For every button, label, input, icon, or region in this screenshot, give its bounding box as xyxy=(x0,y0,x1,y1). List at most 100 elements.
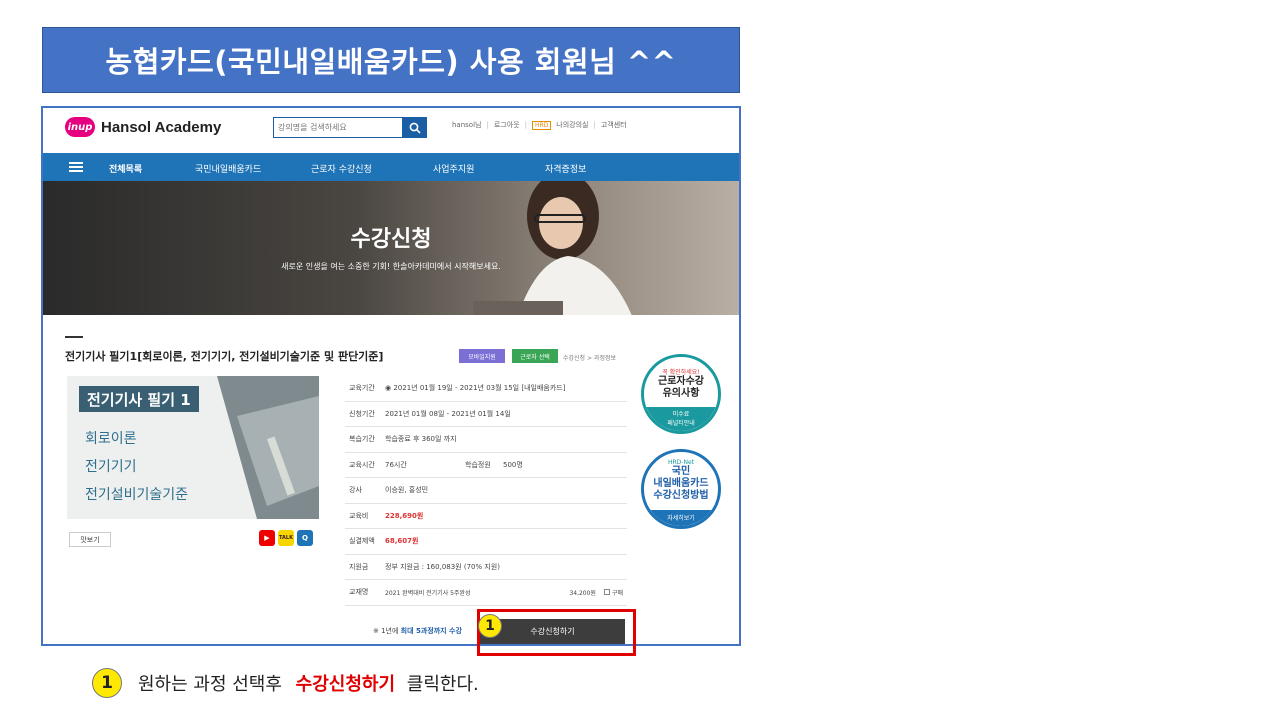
info-value: 정부 지원금 : 160,083원 (70% 지원) xyxy=(385,562,500,571)
thumbnail-line: 전기설비기술기준 xyxy=(85,487,189,503)
step-text-before: 원하는 과정 선택후 xyxy=(138,674,282,695)
nav-item-certificate-info[interactable]: 자격증정보 xyxy=(545,162,586,175)
circle-big-text: 수강신청방법 xyxy=(653,490,709,501)
info-value: 76시간 xyxy=(385,460,407,469)
info-row-subsidy: 지원금 정부 지원금 : 160,083원 (70% 지원) xyxy=(345,555,627,580)
info-row-textbook: 교재명 2021 완벽대비 전기기사 5주완성 34,200원 구매 xyxy=(345,580,627,606)
nav-item-national-card[interactable]: 국민내일배움카드 xyxy=(195,162,261,175)
course-title: 전기기사 필기1[회로이론, 전기기기, 전기설비기술기준 및 판단기준] xyxy=(65,350,384,363)
title-banner: 농협카드(국민내일배움카드) 사용 회원님 ^^ xyxy=(42,27,740,93)
main-nav: 전체목록 국민내일배움카드 근로자 수강신청 사업주지원 자격증정보 xyxy=(43,153,739,181)
buy-checkbox[interactable]: 구매 xyxy=(603,588,623,597)
top-links: hansol님 | 로그아웃 | HRD 나의강의실 | 고객센터 xyxy=(452,120,627,130)
thumbnail-line: 회로이론 xyxy=(85,431,137,447)
circle-big-text: 국민 xyxy=(671,466,691,477)
info-row-review-period: 복습기간 학습종료 후 360일 까지 xyxy=(345,427,627,453)
website-screenshot: inup Hansol Academy hansol님 | 로그아웃 | HRD… xyxy=(41,106,741,646)
search-bar xyxy=(273,117,427,138)
info-value[interactable]: ◉ 2021년 01월 19일 - 2021년 03월 15일 [내일배움카드] xyxy=(385,383,627,393)
info-label: 교육비 xyxy=(349,511,369,520)
buy-label: 구매 xyxy=(611,589,623,597)
divider: | xyxy=(524,121,527,129)
notice-bold: 최대 5과정까지 수강 xyxy=(400,627,462,635)
info-label: 교재명 xyxy=(349,588,369,597)
share-icons: ▶ TALK Q xyxy=(259,530,313,546)
hero-subtitle: 새로운 인생을 여는 소중한 기회! 한솔아카데미에서 시작해보세요. xyxy=(281,262,501,271)
logo-badge: inup xyxy=(65,117,95,137)
preview-button[interactable]: 맛보기 xyxy=(69,532,111,547)
search-button[interactable] xyxy=(403,117,427,138)
info-value: 2021년 01월 08일 - 2021년 01월 14일 xyxy=(385,409,511,418)
info-label: 강사 xyxy=(349,486,362,495)
national-card-guide-circle[interactable]: HRD-Net 국민 내일배움카드 수강신청방법 자세히보기 xyxy=(641,449,721,529)
nav-item-worker-apply[interactable]: 근로자 수강신청 xyxy=(311,162,372,175)
customer-center-link[interactable]: 고객센터 xyxy=(601,120,627,130)
step-instruction: 1 원하는 과정 선택후 수강신청하기 클릭한다. xyxy=(92,668,479,698)
info-row-instructor: 강사 이승원, 홍성민 xyxy=(345,478,627,504)
thumbnail-line: 전기기기 xyxy=(85,459,137,475)
info-label: 신청기간 xyxy=(349,409,375,418)
notice-text: ※ 1년에 xyxy=(373,627,401,635)
banner-title: 농협카드(국민내일배움카드) 사용 회원님 ^^ xyxy=(105,45,677,79)
thumbnail-title: 전기기사 필기 1 xyxy=(79,386,199,412)
info-row-edu-hours: 교육시간 76시간 학습정원 500명 xyxy=(345,453,627,478)
step-text: 원하는 과정 선택후 수강신청하기 클릭한다. xyxy=(138,670,479,696)
highlight-box xyxy=(477,609,636,656)
info-label: 지원금 xyxy=(349,562,369,571)
textbook-price: 34,200원 xyxy=(569,589,596,597)
info-value: 228,690원 xyxy=(385,511,424,520)
circle-big-text: 내일배움카드 xyxy=(653,478,709,489)
menu-icon[interactable] xyxy=(69,162,83,172)
logo-text: Hansol Academy xyxy=(101,118,222,136)
info-label: 학습정원 xyxy=(465,460,491,469)
worker-notice-circle[interactable]: 꼭 확인하세요! 근로자수강 유의사항 미수료 패널티안내 xyxy=(641,354,721,434)
site-header: inup Hansol Academy hansol님 | 로그아웃 | HRD… xyxy=(43,108,739,153)
info-row-edu-period: 교육기간 ◉ 2021년 01월 19일 - 2021년 03월 15일 [내일… xyxy=(345,376,627,402)
nav-all-menu[interactable]: 전체목록 xyxy=(109,162,142,175)
info-value: 68,607원 xyxy=(385,537,419,546)
thumbnail-decoration xyxy=(217,376,319,519)
step-text-highlight: 수강신청하기 xyxy=(295,674,396,695)
circle-footer: 미수료 패널티안내 xyxy=(644,407,718,431)
hero-title: 수강신청 xyxy=(350,227,432,252)
qa-icon[interactable]: Q xyxy=(297,530,313,546)
circle-footer-line: 미수료 xyxy=(672,411,690,418)
enroll-notice: ※ 1년에 최대 5과정까지 수강 xyxy=(373,626,462,636)
kakaotalk-icon[interactable]: TALK xyxy=(278,530,294,546)
info-label: 교육시간 xyxy=(349,460,375,469)
search-icon xyxy=(409,122,421,134)
info-label: 복습기간 xyxy=(349,435,375,444)
info-row-tuition: 교육비 228,690원 xyxy=(345,504,627,529)
hrd-badge[interactable]: HRD xyxy=(531,120,552,130)
info-label: 교육기간 xyxy=(349,384,375,393)
title-dash xyxy=(65,336,83,338)
my-classroom-link[interactable]: 나의강의실 xyxy=(556,120,588,130)
hero-banner: 수강신청 새로운 인생을 여는 소중한 기회! 한솔아카데미에서 시작해보세요. xyxy=(43,181,739,315)
course-info-table: 교육기간 ◉ 2021년 01월 19일 - 2021년 03월 15일 [내일… xyxy=(345,376,627,606)
breadcrumb: 수강신청 > 과정정보 xyxy=(563,355,617,362)
info-row-apply-period: 신청기간 2021년 01월 08일 - 2021년 01월 14일 xyxy=(345,402,627,427)
circle-footer-line: 패널티안내 xyxy=(667,420,695,427)
user-name: hansol님 xyxy=(452,121,482,129)
step-text-after: 클릭한다. xyxy=(406,674,479,695)
search-input[interactable] xyxy=(273,117,403,138)
info-value: 2021 완벽대비 전기기사 5주완성 xyxy=(385,589,471,597)
circle-footer: 자세히보기 xyxy=(644,510,718,526)
info-row-actual-payment: 실결제액 68,607원 xyxy=(345,529,627,555)
divider: | xyxy=(593,121,596,129)
hrd-net-logo: HRD-Net xyxy=(668,459,694,466)
info-value: 500명 xyxy=(503,460,523,469)
divider: | xyxy=(486,121,489,129)
nav-item-employer-support[interactable]: 사업주지원 xyxy=(433,162,474,175)
youtube-icon[interactable]: ▶ xyxy=(259,530,275,546)
info-label: 실결제액 xyxy=(349,537,375,546)
info-value: 학습종료 후 360일 까지 xyxy=(385,435,457,444)
logout-link[interactable]: 로그아웃 xyxy=(494,120,520,130)
circle-big-text: 근로자수강 xyxy=(658,376,704,387)
course-thumbnail: 전기기사 필기 1 회로이론 전기기기 전기설비기술기준 xyxy=(67,376,319,519)
step-marker: 1 xyxy=(478,614,502,638)
step-number: 1 xyxy=(92,668,122,698)
site-logo[interactable]: inup Hansol Academy xyxy=(65,117,221,137)
mobile-badge: 모바일지원 xyxy=(459,349,505,363)
worker-badge: 근로자 선택 xyxy=(512,349,558,363)
